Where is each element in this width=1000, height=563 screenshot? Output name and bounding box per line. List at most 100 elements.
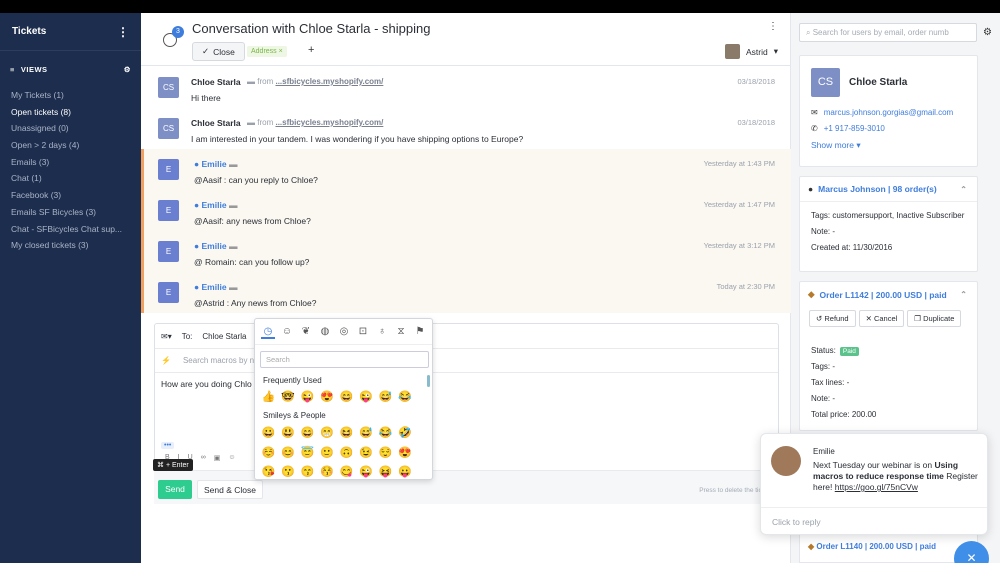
emoji[interactable]: 😆 bbox=[339, 426, 354, 441]
duplicate-order-button[interactable]: ❐ Duplicate bbox=[907, 310, 962, 327]
sidebar-item-unassigned[interactable]: Unassigned (0) bbox=[0, 120, 141, 137]
note-icon: ▬ bbox=[228, 241, 238, 251]
sidebar-item-emails[interactable]: Emails (3) bbox=[0, 154, 141, 171]
emoji[interactable]: 😘 bbox=[261, 465, 276, 479]
emoji-row-frequent: 👍 🤓 😜 😍 😄 😜 😅 😂 bbox=[261, 390, 413, 405]
recent-icon[interactable]: ◷ bbox=[261, 325, 275, 339]
emoji[interactable]: 😜 bbox=[359, 465, 374, 479]
emoji[interactable]: 😜 bbox=[300, 390, 315, 405]
emoji[interactable]: 😗 bbox=[281, 465, 296, 479]
source-link[interactable]: ...sfbicycles.myshopify.com/ bbox=[275, 118, 383, 127]
ticket-menu-icon[interactable]: ⋮ bbox=[768, 21, 778, 32]
send-and-close-button[interactable]: Send & Close bbox=[197, 480, 263, 499]
history-count-badge: 3 bbox=[172, 26, 184, 38]
emoji[interactable]: 😝 bbox=[378, 465, 393, 479]
smiley-icon[interactable]: ☺ bbox=[280, 325, 294, 339]
emoji[interactable]: 🤣 bbox=[398, 426, 413, 441]
reply-prompt[interactable]: Click to reply bbox=[761, 507, 987, 536]
source-link[interactable]: ...sfbicycles.myshopify.com/ bbox=[275, 77, 383, 86]
message-author[interactable]: Chloe Starla bbox=[191, 77, 241, 87]
emoji[interactable]: 😅 bbox=[359, 426, 374, 441]
assignee-dropdown[interactable]: Astrid ▾ bbox=[724, 44, 778, 59]
travel-icon[interactable]: ⊡ bbox=[356, 325, 370, 339]
sidebar-item-my-closed-tickets[interactable]: My closed tickets (3) bbox=[0, 237, 141, 254]
sidebar-menu-icon[interactable]: ⋮ bbox=[117, 25, 129, 39]
animal-icon[interactable]: ❦ bbox=[299, 325, 313, 339]
emoji[interactable]: 😀 bbox=[261, 426, 276, 441]
emoji-scrollbar[interactable] bbox=[427, 375, 430, 387]
cancel-order-button[interactable]: ✕ Cancel bbox=[858, 310, 905, 327]
recipient-field[interactable]: Chloe Starla bbox=[202, 332, 246, 341]
link-icon[interactable]: ∞ bbox=[201, 454, 206, 462]
activity-icon[interactable]: ◎ bbox=[337, 325, 351, 339]
ticket-tag-address[interactable]: Address × bbox=[247, 46, 287, 57]
message-author[interactable]: ● Emilie ▬ bbox=[194, 282, 237, 292]
flag-icon[interactable]: ⚑ bbox=[413, 325, 427, 339]
reply-text-editor[interactable]: How are you doing Chlo bbox=[155, 373, 778, 395]
sidebar-item-open-tickets[interactable]: Open tickets (8) bbox=[0, 104, 141, 121]
shopify-customer-header[interactable]: ● Marcus Johnson | 98 order(s) ⌃ bbox=[800, 177, 977, 202]
emoji[interactable]: 🙃 bbox=[339, 446, 354, 461]
emoji[interactable]: 😇 bbox=[300, 446, 315, 461]
emoji[interactable]: ☺️ bbox=[261, 446, 276, 461]
refund-button[interactable]: ↺ Refund bbox=[809, 310, 856, 327]
order-card-collapsed[interactable]: ◆ Order L1140 | 200.00 USD | paid bbox=[799, 533, 978, 563]
emoji[interactable]: 😙 bbox=[300, 465, 315, 479]
sidebar-header: Tickets ⋮ bbox=[0, 13, 141, 51]
customer-phone[interactable]: ✆ +1 917-859-3010 bbox=[811, 124, 885, 133]
message-author[interactable]: ● Emilie ▬ bbox=[194, 241, 237, 251]
chat-notification[interactable]: Emilie Next Tuesday our webinar is on Us… bbox=[760, 433, 988, 535]
webinar-link[interactable]: https://goo.gl/75nCVw bbox=[835, 482, 918, 492]
emoji[interactable]: 😜 bbox=[359, 390, 374, 405]
food-icon[interactable]: ◍ bbox=[318, 325, 332, 339]
order-header[interactable]: ◆ Order L1142 | 200.00 USD | paid ⌃ bbox=[800, 282, 977, 307]
close-ticket-button[interactable]: ✓ Close bbox=[192, 42, 245, 61]
show-more-link[interactable]: Show more ▾ bbox=[811, 140, 861, 151]
emoji[interactable]: 😍 bbox=[398, 446, 413, 461]
emoji[interactable]: 😍 bbox=[320, 390, 335, 405]
user-icon: ● bbox=[194, 241, 200, 251]
message-source: ▬ from ...sfbicycles.myshopify.com/ bbox=[247, 77, 383, 86]
emoji[interactable]: 😊 bbox=[281, 446, 296, 461]
emoji[interactable]: 😚 bbox=[320, 465, 335, 479]
customer-email[interactable]: ✉ marcus.johnson.gorgias@gmail.com bbox=[811, 108, 953, 117]
emoji[interactable]: 😄 bbox=[300, 426, 315, 441]
emoji-icon[interactable]: ☺ bbox=[228, 454, 235, 462]
sidebar-item-my-tickets[interactable]: My Tickets (1) bbox=[0, 87, 141, 104]
emoji[interactable]: 😁 bbox=[320, 426, 335, 441]
symbols-icon[interactable]: ⧖ bbox=[394, 325, 408, 339]
sidebar-item-open-2-days[interactable]: Open > 2 days (4) bbox=[0, 137, 141, 154]
gear-icon[interactable]: ⚙ bbox=[983, 27, 992, 38]
more-options-button[interactable]: ••• bbox=[161, 442, 175, 449]
user-search-input[interactable]: ⌕ Search for users by email, order numb bbox=[799, 22, 978, 42]
emoji[interactable]: 😛 bbox=[398, 465, 413, 479]
emoji[interactable]: 😌 bbox=[378, 446, 393, 461]
views-settings-icon[interactable]: ⚙ bbox=[124, 65, 131, 74]
customer-name[interactable]: Chloe Starla bbox=[849, 77, 907, 88]
emoji[interactable]: 😂 bbox=[378, 426, 393, 441]
emoji[interactable]: 🤓 bbox=[281, 390, 296, 405]
ticket-title[interactable]: Conversation with Chloe Starla - shippin… bbox=[192, 21, 430, 36]
emoji[interactable]: 😂 bbox=[398, 390, 413, 405]
add-tag-button[interactable]: + bbox=[308, 44, 314, 56]
emoji[interactable]: 😋 bbox=[339, 465, 354, 479]
image-icon[interactable]: ▣ bbox=[214, 454, 221, 462]
message-author[interactable]: ● Emilie ▬ bbox=[194, 159, 237, 169]
emoji-search-input[interactable]: Search bbox=[260, 351, 429, 368]
send-button[interactable]: Send bbox=[158, 480, 192, 499]
emoji[interactable]: 😃 bbox=[281, 426, 296, 441]
email-channel-icon[interactable]: ✉▾ bbox=[161, 332, 172, 341]
sidebar-item-chat-sfbicycles[interactable]: Chat - SFBicycles Chat sup... bbox=[0, 221, 141, 238]
emoji[interactable]: 👍 bbox=[261, 390, 276, 405]
objects-icon[interactable]: ♁ bbox=[375, 325, 389, 339]
sidebar-item-emails-sf-bicycles[interactable]: Emails SF Bicycles (3) bbox=[0, 204, 141, 221]
macro-search-input[interactable]: Search macros by n bbox=[183, 356, 254, 365]
sidebar-item-facebook[interactable]: Facebook (3) bbox=[0, 187, 141, 204]
emoji[interactable]: 😉 bbox=[359, 446, 374, 461]
sidebar-item-chat[interactable]: Chat (1) bbox=[0, 170, 141, 187]
message-author[interactable]: ● Emilie ▬ bbox=[194, 200, 237, 210]
emoji[interactable]: 😅 bbox=[378, 390, 393, 405]
message-author[interactable]: Chloe Starla bbox=[191, 118, 241, 128]
emoji[interactable]: 😄 bbox=[339, 390, 354, 405]
emoji[interactable]: 🙂 bbox=[320, 446, 335, 461]
